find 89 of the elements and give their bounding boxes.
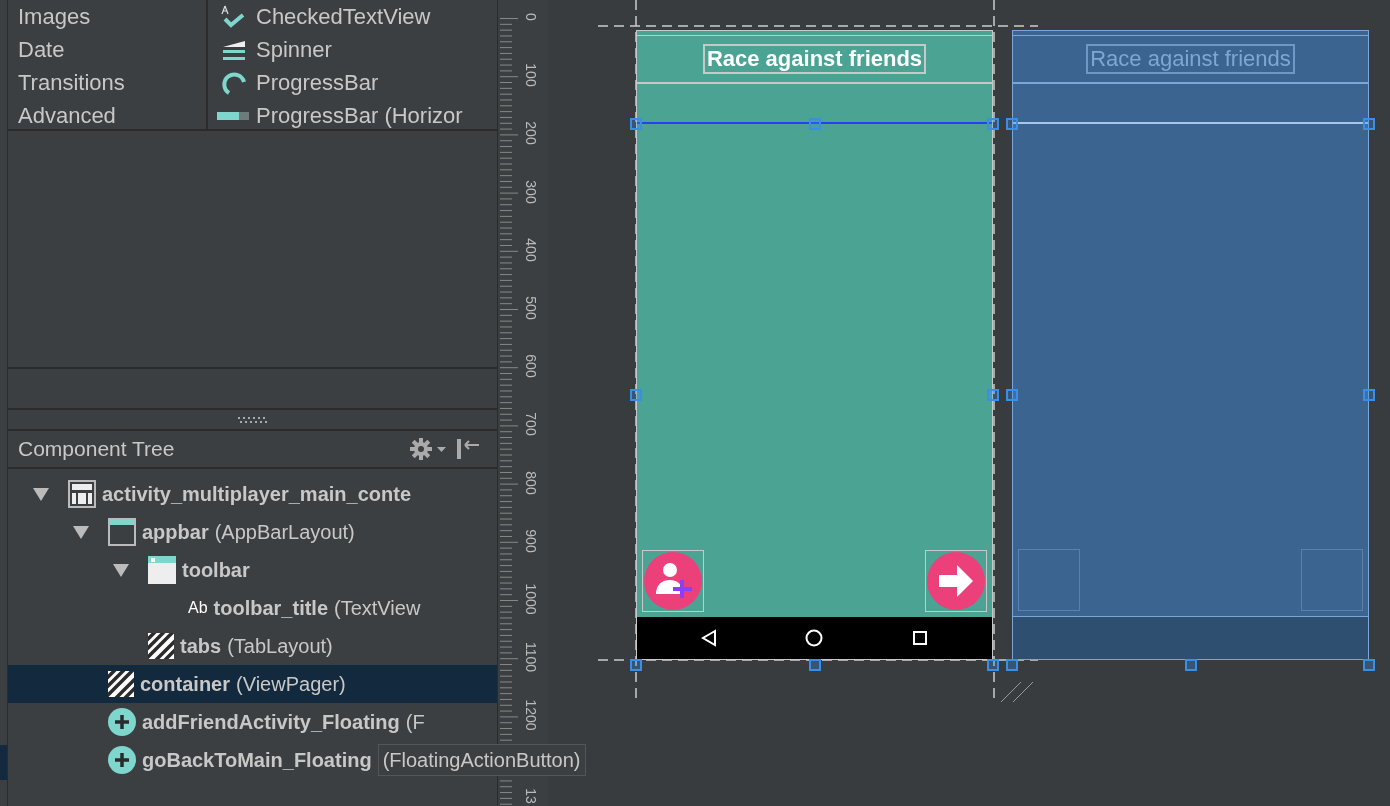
ruler-label: 500 bbox=[523, 296, 539, 320]
ruler-label: 100 bbox=[523, 63, 539, 87]
palette-category[interactable]: Advanced bbox=[18, 99, 206, 132]
tree-row[interactable]: addFriendActivity_Floating (F bbox=[8, 703, 497, 741]
resize-handle[interactable] bbox=[1185, 659, 1197, 671]
plus-circle-icon bbox=[108, 708, 136, 736]
striped-icon bbox=[108, 671, 134, 697]
button-outline bbox=[1301, 549, 1363, 611]
tree-row[interactable]: Ab toolbar_title (TextView bbox=[8, 589, 497, 627]
component-type: (TextView bbox=[334, 596, 421, 621]
resize-handle[interactable] bbox=[1363, 118, 1375, 130]
tree-row[interactable]: activity_multiplayer_main_conte bbox=[8, 475, 497, 513]
add-person-icon bbox=[644, 552, 702, 610]
palette-category[interactable]: Images bbox=[18, 0, 206, 33]
ruler-label: 400 bbox=[523, 238, 539, 262]
button-outline bbox=[1018, 549, 1080, 611]
toolbar-title: Race against friends bbox=[702, 44, 927, 74]
palette-widget[interactable]: ProgressBar bbox=[256, 66, 379, 99]
component-type: (TabLayout) bbox=[227, 634, 333, 659]
ruler-label: 1200 bbox=[523, 699, 539, 731]
layout-icon bbox=[68, 480, 96, 508]
component-name: appbar bbox=[142, 520, 209, 545]
resize-handle[interactable] bbox=[987, 118, 999, 130]
resize-handle[interactable] bbox=[1363, 659, 1375, 671]
toolbar-title: Race against friends bbox=[1086, 44, 1295, 74]
resize-handle[interactable] bbox=[987, 389, 999, 401]
resize-handle[interactable] bbox=[987, 659, 999, 671]
tree-row[interactable]: container (ViewPager) bbox=[8, 665, 497, 703]
ruler-label: 1000 bbox=[523, 583, 539, 615]
resize-handle[interactable] bbox=[630, 389, 642, 401]
ruler-label: 13 bbox=[523, 788, 539, 804]
component-name: addFriendActivity_Floating bbox=[142, 710, 400, 735]
forward-button[interactable] bbox=[925, 550, 987, 612]
component-name: container bbox=[140, 672, 231, 697]
app-bar-icon bbox=[108, 518, 136, 546]
arrow-right-icon bbox=[927, 552, 985, 610]
component-name: toolbar bbox=[182, 558, 250, 583]
palette-category[interactable]: Date bbox=[18, 33, 206, 66]
drag-handle-icon[interactable] bbox=[237, 416, 268, 423]
home-icon[interactable] bbox=[805, 629, 824, 647]
palette-widget[interactable]: ProgressBar (Horizor bbox=[256, 99, 463, 129]
tree-row[interactable]: appbar (AppBarLayout) bbox=[8, 513, 497, 551]
tooltip: (FloatingActionButton) bbox=[377, 744, 586, 776]
back-icon[interactable] bbox=[701, 629, 718, 647]
resize-handle[interactable] bbox=[809, 118, 821, 130]
component-type: (ViewPager) bbox=[236, 672, 346, 697]
ruler-label: 0 bbox=[523, 13, 539, 21]
ruler-label: 600 bbox=[523, 354, 539, 378]
component-type: (AppBarLayout) bbox=[214, 520, 355, 545]
component-type: (F bbox=[405, 710, 425, 735]
ruler-label: 200 bbox=[523, 121, 539, 146]
striped-icon bbox=[148, 633, 174, 659]
ruler-label: 800 bbox=[523, 470, 539, 495]
component-name: toolbar_title bbox=[213, 596, 329, 621]
progress-bar-icon bbox=[217, 110, 251, 121]
panel-title: Component Tree bbox=[18, 436, 176, 463]
component-name: goBackToMain_Floating bbox=[142, 748, 372, 773]
text-view-icon: Ab bbox=[188, 596, 208, 620]
resize-handle[interactable] bbox=[1006, 659, 1018, 671]
palette-widget[interactable]: Spinner bbox=[256, 33, 332, 66]
resize-handle[interactable] bbox=[1006, 118, 1018, 130]
resize-corner-icon[interactable] bbox=[999, 680, 1035, 704]
resize-handle[interactable] bbox=[809, 659, 821, 671]
ruler-label: 700 bbox=[523, 412, 539, 437]
plus-circle-icon bbox=[108, 746, 136, 774]
settings-icon[interactable] bbox=[409, 437, 449, 461]
component-name: tabs bbox=[180, 634, 222, 659]
ruler-label: 1100 bbox=[523, 642, 539, 673]
tree-row[interactable]: tabs (TabLayout) bbox=[8, 627, 497, 665]
resize-handle[interactable] bbox=[630, 659, 642, 671]
palette-category[interactable]: Transitions bbox=[18, 66, 206, 99]
progress-ring-icon bbox=[221, 69, 247, 96]
collapse-triangle-icon[interactable] bbox=[72, 524, 90, 540]
toolbar-icon bbox=[148, 556, 176, 584]
collapse-triangle-icon[interactable] bbox=[112, 562, 130, 578]
add-friend-button[interactable] bbox=[642, 550, 704, 612]
recents-icon[interactable] bbox=[911, 630, 928, 646]
selection-highlight bbox=[0, 745, 7, 780]
checked-text-icon bbox=[221, 3, 247, 30]
palette-widget[interactable]: CheckedTextView bbox=[256, 0, 431, 33]
resize-handle[interactable] bbox=[630, 118, 642, 130]
resize-handle[interactable] bbox=[1006, 389, 1018, 401]
ruler-label: 900 bbox=[523, 529, 539, 553]
resize-handle[interactable] bbox=[1363, 389, 1375, 401]
component-name: activity_multiplayer_main_conte bbox=[102, 482, 411, 507]
collapse-triangle-icon[interactable] bbox=[32, 486, 50, 502]
tree-row[interactable]: toolbar bbox=[8, 551, 497, 589]
ruler-label: 300 bbox=[523, 179, 539, 204]
tree-row[interactable]: goBackToMain_Floating (FloatingActionButton) bbox=[8, 741, 586, 779]
